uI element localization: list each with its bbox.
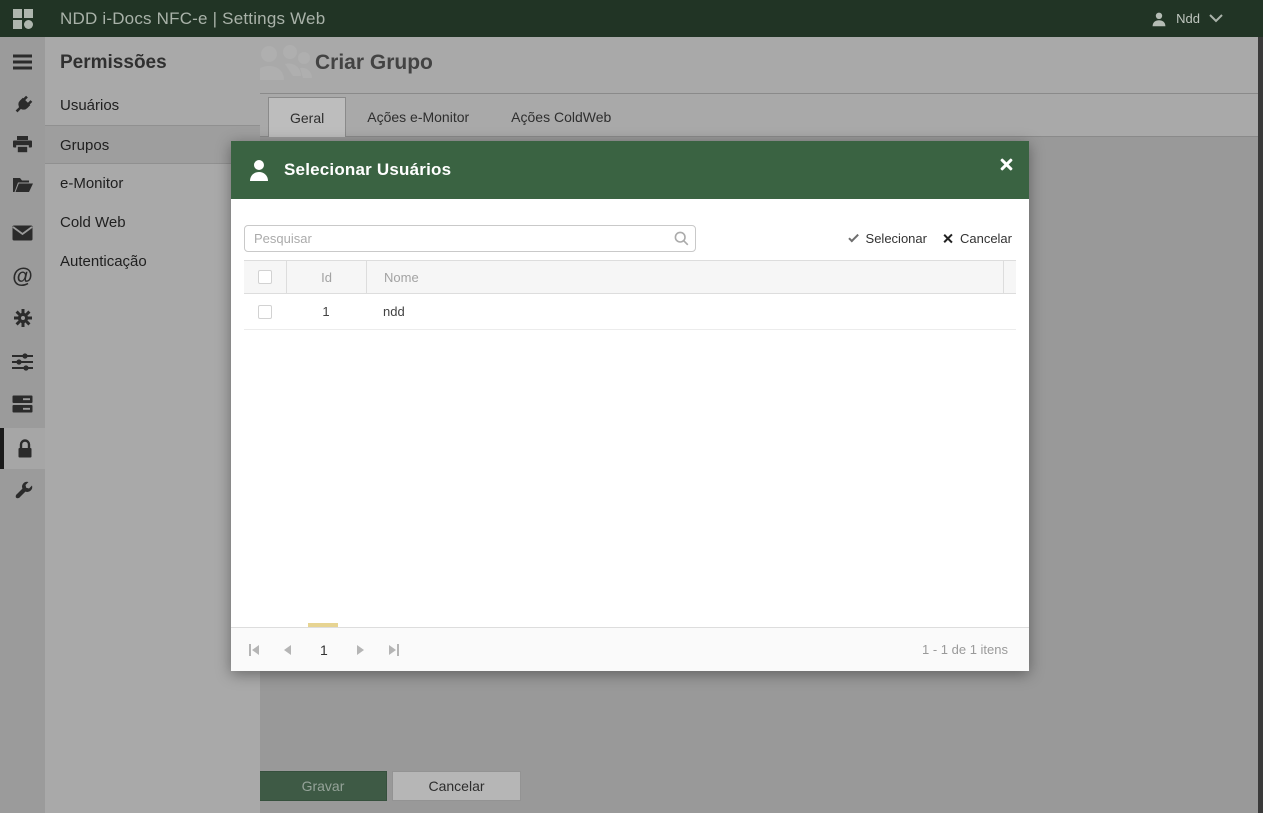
menu-icon[interactable] [0, 42, 45, 82]
modal-title: Selecionar Usuários [284, 160, 452, 179]
app-logo-icon[interactable] [13, 8, 33, 29]
select-button[interactable]: Selecionar [847, 231, 927, 246]
first-page-button[interactable] [247, 642, 261, 658]
user-icon [1152, 12, 1166, 26]
previous-page-button[interactable] [282, 643, 293, 657]
lock-icon[interactable] [0, 428, 45, 469]
chevron-down-icon [1209, 14, 1223, 23]
tabstrip: Geral Ações e-Monitor Ações ColdWeb [260, 94, 1263, 137]
pager: 1 1 - 1 de 1 itens [231, 627, 1029, 671]
modal-header: Selecionar Usuários [231, 141, 1029, 199]
server-icon[interactable] [0, 384, 45, 424]
column-header-nome[interactable]: Nome [366, 261, 1003, 293]
page-number[interactable]: 1 [314, 642, 334, 658]
page-title: Criar Grupo [315, 51, 433, 74]
cancel-button-label: Cancelar [959, 231, 1012, 246]
at-sign-icon[interactable]: @ [0, 256, 45, 296]
sidebar-item-cold-web[interactable]: Cold Web [45, 203, 260, 242]
tab-geral[interactable]: Geral [268, 97, 347, 137]
modal-cancel-button[interactable]: Cancelar [943, 231, 1012, 246]
plug-icon[interactable] [0, 85, 45, 125]
gear-icon[interactable] [0, 298, 45, 338]
pager-info: 1 - 1 de 1 itens [922, 642, 1008, 657]
topbar: NDD i-Docs NFC-e | Settings Web Ndd [0, 0, 1263, 37]
user-menu[interactable]: Ndd [1151, 0, 1223, 37]
page-header-band: Criar Grupo [254, 37, 1263, 94]
page-scrollbar[interactable] [1258, 37, 1263, 813]
user-name: Ndd [1176, 11, 1200, 26]
next-page-button[interactable] [355, 643, 366, 657]
sidebar-item-usuarios[interactable]: Usuários [45, 86, 260, 125]
cell-nome: ndd [383, 304, 405, 319]
icon-rail: @ [0, 37, 45, 813]
permissions-panel: Permissões Usuários Grupos e-Monitor Col… [45, 37, 260, 813]
close-icon[interactable] [997, 155, 1015, 173]
check-icon [847, 231, 859, 243]
sidebar-item-grupos[interactable]: Grupos [45, 125, 260, 164]
modal-actions: Selecionar Cancelar [847, 225, 1012, 252]
search-input[interactable] [244, 225, 696, 252]
folder-open-icon[interactable] [0, 165, 45, 205]
tab-acoes-coldweb[interactable]: Ações ColdWeb [490, 97, 632, 137]
select-button-label: Selecionar [865, 231, 927, 246]
select-all-checkbox[interactable] [258, 270, 272, 284]
last-page-button[interactable] [387, 642, 401, 658]
sliders-icon[interactable] [0, 342, 45, 382]
mail-icon[interactable] [0, 213, 45, 253]
sidebar-item-autenticacao[interactable]: Autenticação [45, 242, 260, 281]
app-title: NDD i-Docs NFC-e | Settings Web [60, 8, 326, 28]
save-button[interactable]: Gravar [259, 771, 387, 801]
printer-icon[interactable] [0, 125, 45, 165]
group-people-icon [254, 45, 312, 80]
column-header-id[interactable]: Id [286, 261, 366, 293]
tab-acoes-e-monitor[interactable]: Ações e-Monitor [346, 97, 490, 137]
row-checkbox[interactable] [258, 304, 272, 319]
cancel-button[interactable]: Cancelar [392, 771, 521, 801]
table-row[interactable]: 1 ndd [244, 294, 1016, 330]
panel-title: Permissões [60, 52, 167, 73]
wrench-icon[interactable] [0, 471, 45, 511]
grid-header-spacer [1003, 261, 1016, 293]
person-icon [250, 160, 268, 181]
sidebar-item-e-monitor[interactable]: e-Monitor [45, 164, 260, 203]
x-icon [943, 233, 954, 244]
grid-header: Id Nome [244, 260, 1016, 294]
cell-id: 1 [322, 304, 330, 319]
select-users-modal: Selecionar Usuários Selecionar Cancelar … [231, 141, 1029, 671]
